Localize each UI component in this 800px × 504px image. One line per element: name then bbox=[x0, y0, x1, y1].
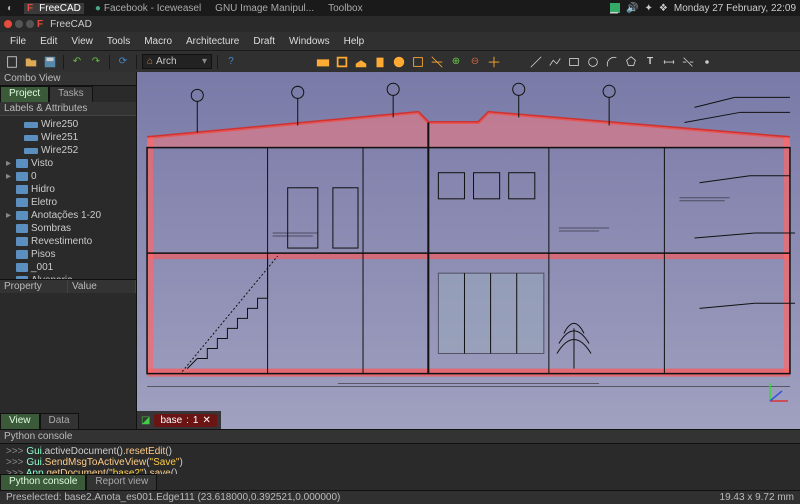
draft-arc-icon[interactable] bbox=[604, 54, 620, 70]
refresh-icon[interactable]: ⟳ bbox=[115, 54, 131, 70]
arch-window-icon[interactable] bbox=[410, 54, 426, 70]
arch-building-icon[interactable] bbox=[372, 54, 388, 70]
workbench-select[interactable]: ⌂Arch▾ bbox=[142, 54, 212, 69]
arch-remove-icon[interactable]: ⊖ bbox=[467, 54, 483, 70]
window-close-icon[interactable] bbox=[4, 20, 12, 28]
combo-view-title: Combo View bbox=[0, 72, 136, 86]
taskbar-menu-icon[interactable]: ◐ bbox=[4, 3, 16, 14]
tree-item-folder[interactable]: Revestimento bbox=[0, 235, 136, 248]
draft-dim2-icon[interactable] bbox=[680, 54, 696, 70]
tree-item-folder[interactable]: ▸Anotações 1-20 bbox=[0, 209, 136, 222]
tab-report-view[interactable]: Report view bbox=[86, 474, 157, 490]
menu-tools[interactable]: Tools bbox=[101, 34, 136, 49]
taskbar-app-toolbox[interactable]: Toolbox bbox=[325, 3, 365, 14]
arch-add-icon[interactable]: ⊕ bbox=[448, 54, 464, 70]
layer-icon[interactable]: ◪ bbox=[141, 415, 150, 426]
draft-dim-icon[interactable] bbox=[661, 54, 677, 70]
tree-item-folder[interactable]: Hidro bbox=[0, 183, 136, 196]
console-title: Python console bbox=[0, 430, 800, 444]
window-titlebar: F FreeCAD bbox=[0, 16, 800, 32]
viewport-3d[interactable]: ◪ base : 1 ✕ bbox=[137, 72, 800, 429]
python-console[interactable]: >>> Gui.activeDocument().resetEdit()>>> … bbox=[0, 444, 800, 474]
axes-indicator bbox=[764, 377, 794, 407]
tree-item-wire[interactable]: Wire252 bbox=[0, 144, 136, 157]
save-icon[interactable] bbox=[42, 54, 58, 70]
redo-icon[interactable]: ↷ bbox=[88, 54, 104, 70]
taskbar-app-freecad[interactable]: FFreeCAD bbox=[24, 3, 84, 14]
tree-item-folder[interactable]: _001 bbox=[0, 261, 136, 274]
menu-macro[interactable]: Macro bbox=[138, 34, 178, 49]
tab-tasks[interactable]: Tasks bbox=[49, 86, 93, 102]
status-dimensions: 19.43 x 9.72 mm bbox=[720, 492, 794, 503]
window-min-icon[interactable] bbox=[15, 20, 23, 28]
undo-icon[interactable]: ↶ bbox=[69, 54, 85, 70]
tree-item-folder[interactable]: Sombras bbox=[0, 222, 136, 235]
tray-volume-icon[interactable]: 🔊 bbox=[626, 3, 638, 14]
whatsthis-icon[interactable]: ? bbox=[223, 54, 239, 70]
tab-view[interactable]: View bbox=[0, 413, 40, 429]
arch-floor-icon[interactable] bbox=[353, 54, 369, 70]
app-icon: F bbox=[37, 19, 43, 30]
draft-line-icon[interactable] bbox=[528, 54, 544, 70]
tree-item-wire[interactable]: Wire250 bbox=[0, 118, 136, 131]
tab-data[interactable]: Data bbox=[40, 413, 79, 429]
model-tree[interactable]: Wire250 Wire251 Wire252 ▸Visto ▸0 Hidro … bbox=[0, 116, 136, 279]
tree-header: Labels & Attributes bbox=[0, 102, 136, 116]
menu-draft[interactable]: Draft bbox=[247, 34, 281, 49]
close-icon[interactable]: ✕ bbox=[202, 415, 210, 426]
property-panel[interactable] bbox=[0, 293, 136, 413]
taskbar-clock[interactable]: Monday 27 February, 22:09 bbox=[674, 3, 796, 14]
menu-edit[interactable]: Edit bbox=[34, 34, 63, 49]
main-toolbar: ↶ ↷ ⟳ ⌂Arch▾ ? ⊕ ⊖ T bbox=[0, 50, 800, 72]
combo-view-panel: Combo View Project Tasks Labels & Attrib… bbox=[0, 72, 137, 429]
tree-item-folder[interactable]: ▸Visto bbox=[0, 157, 136, 170]
tray-misc-icon[interactable]: ✦ bbox=[645, 3, 653, 14]
draft-wire-icon[interactable] bbox=[547, 54, 563, 70]
menu-file[interactable]: File bbox=[4, 34, 32, 49]
menu-view[interactable]: View bbox=[65, 34, 99, 49]
new-icon[interactable] bbox=[4, 54, 20, 70]
tab-project[interactable]: Project bbox=[0, 86, 49, 102]
arch-struct-icon[interactable] bbox=[334, 54, 350, 70]
document-chip[interactable]: base : 1 ✕ bbox=[154, 414, 216, 427]
taskbar-app-browser[interactable]: ● Facebook - Iceweasel bbox=[92, 3, 204, 14]
arch-axis-icon[interactable] bbox=[486, 54, 502, 70]
draft-polygon-icon[interactable] bbox=[623, 54, 639, 70]
tree-item-wire[interactable]: Wire251 bbox=[0, 131, 136, 144]
viewport-statusbar: ◪ base : 1 ✕ bbox=[137, 411, 221, 429]
draft-circle-icon[interactable] bbox=[585, 54, 601, 70]
draft-text-icon[interactable]: T bbox=[642, 54, 658, 70]
taskbar-app-gimp[interactable]: GNU Image Manipul... bbox=[212, 3, 317, 14]
menu-architecture[interactable]: Architecture bbox=[180, 34, 245, 49]
draft-rect-icon[interactable] bbox=[566, 54, 582, 70]
tree-item-folder[interactable]: Eletro bbox=[0, 196, 136, 209]
tree-item-folder[interactable]: ▸0 bbox=[0, 170, 136, 183]
menu-windows[interactable]: Windows bbox=[283, 34, 336, 49]
arch-section-icon[interactable] bbox=[429, 54, 445, 70]
python-console-panel: Python console >>> Gui.activeDocument().… bbox=[0, 429, 800, 490]
architectural-section bbox=[137, 77, 800, 399]
tray-network-icon[interactable]: ▁ bbox=[610, 3, 620, 13]
draft-point-icon[interactable] bbox=[699, 54, 715, 70]
status-preselect: Preselected: base2.Anota_es001.Edge111 (… bbox=[6, 492, 340, 503]
tray-misc2-icon[interactable]: ❖ bbox=[659, 3, 668, 14]
tab-python-console[interactable]: Python console bbox=[0, 474, 86, 490]
window-max-icon[interactable] bbox=[26, 20, 34, 28]
tree-item-folder[interactable]: Pisos bbox=[0, 248, 136, 261]
arch-wall-icon[interactable] bbox=[315, 54, 331, 70]
window-title: FreeCAD bbox=[50, 19, 92, 30]
property-header: PropertyValue bbox=[0, 279, 136, 293]
os-taskbar: ◐ FFreeCAD ● Facebook - Iceweasel GNU Im… bbox=[0, 0, 800, 16]
statusbar: Preselected: base2.Anota_es001.Edge111 (… bbox=[0, 490, 800, 504]
menubar: File Edit View Tools Macro Architecture … bbox=[0, 32, 800, 50]
menu-help[interactable]: Help bbox=[338, 34, 371, 49]
arch-site-icon[interactable] bbox=[391, 54, 407, 70]
open-icon[interactable] bbox=[23, 54, 39, 70]
